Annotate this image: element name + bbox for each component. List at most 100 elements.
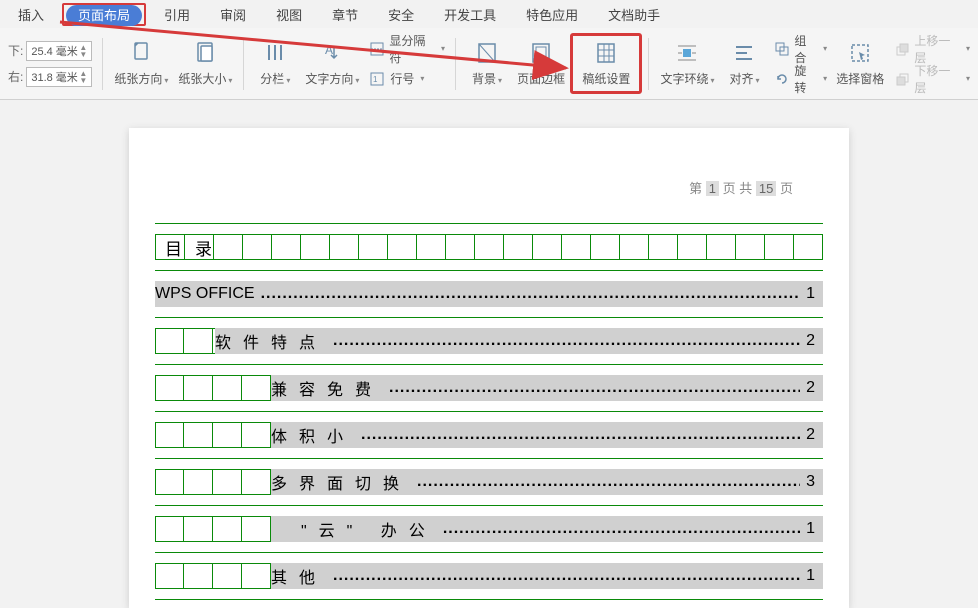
breaks-label: 显分隔符 xyxy=(389,32,435,66)
separator xyxy=(102,38,103,90)
pageborder-icon xyxy=(528,40,554,66)
tab-chapter[interactable]: 章节 xyxy=(320,2,370,27)
breaks-button[interactable]: 显分隔符▾ xyxy=(364,38,449,60)
separator xyxy=(243,38,244,90)
align-button[interactable]: 对齐▾ xyxy=(719,36,769,91)
manuscript-label: 稿纸设置 xyxy=(582,70,630,87)
margin-bottom-label: 右: xyxy=(8,68,23,85)
toc-title: 软件特点 xyxy=(215,329,327,353)
textwrap-label: 文字环绕 xyxy=(660,72,708,86)
group-rotate-col: 组合▾ 旋转▾ xyxy=(769,34,831,94)
margin-top-label: 下: xyxy=(8,42,23,59)
toc-page-num: 1 xyxy=(806,520,815,538)
columns-label: 分栏 xyxy=(260,72,284,86)
ribbon: 下: 25.4 毫米 ▲▼ 右: 31.8 毫米 ▲▼ 纸张方向▾ 纸张大小▾ xyxy=(0,28,978,100)
margin-top-input[interactable]: 25.4 毫米 ▲▼ xyxy=(26,41,92,61)
toc-page-num: 2 xyxy=(806,379,815,397)
pageborder-button[interactable]: 页面边框 xyxy=(512,36,570,91)
chevron-down-icon: ▾ xyxy=(823,74,827,83)
line-number-group: 显分隔符▾ 1 行号▾ xyxy=(364,34,449,94)
toc-entry: WPS OFFICE .............................… xyxy=(155,281,823,307)
textwrap-button[interactable]: 文字环绕▾ xyxy=(655,36,719,91)
toc-title: "云" 办公 xyxy=(271,517,437,541)
toc-dots: ........................................… xyxy=(333,332,800,350)
toc-title: 其他 xyxy=(271,564,327,588)
rotate-button[interactable]: 旋转▾ xyxy=(769,68,831,90)
page-header-text: 页 共 xyxy=(723,181,753,196)
columns-button[interactable]: 分栏▾ xyxy=(250,36,300,91)
svg-text:1: 1 xyxy=(373,75,378,84)
total-pages-num: 15 xyxy=(756,181,776,196)
moveup-icon xyxy=(893,40,910,58)
orientation-label: 纸张方向 xyxy=(114,72,162,86)
spinner-icon[interactable]: ▲▼ xyxy=(79,44,87,58)
tab-view[interactable]: 视图 xyxy=(264,2,314,27)
toc-entry: 兼容免费 ...................................… xyxy=(271,375,823,401)
document-page: 第 1 页 共 15 页 目录 xyxy=(129,128,849,608)
toc-entry: 软件特点 ...................................… xyxy=(215,328,823,354)
toc-dots: ........................................… xyxy=(389,379,800,397)
moveup-button[interactable]: 上移一层▾ xyxy=(889,38,974,60)
chevron-down-icon: ▾ xyxy=(355,76,359,85)
background-icon xyxy=(474,40,500,66)
toc-row: 其他 .....................................… xyxy=(155,552,823,600)
layer-col: 上移一层▾ 下移一层▾ xyxy=(889,34,974,94)
toc-page-num: 3 xyxy=(806,473,815,491)
tab-security[interactable]: 安全 xyxy=(376,2,426,27)
background-label: 背景 xyxy=(472,72,496,86)
toc-dots: ........................................… xyxy=(361,426,800,444)
chevron-down-icon: ▾ xyxy=(286,76,290,85)
toc-page-num: 1 xyxy=(806,285,815,303)
chevron-down-icon: ▾ xyxy=(755,76,759,85)
orientation-icon xyxy=(128,40,154,66)
chevron-down-icon: ▾ xyxy=(966,74,970,83)
selectpane-button[interactable]: 选择窗格 xyxy=(831,36,889,91)
manuscript-button[interactable]: 稿纸设置 xyxy=(570,33,642,94)
papersize-button[interactable]: 纸张大小▾ xyxy=(173,36,237,91)
margin-bottom-value: 31.8 毫米 xyxy=(31,69,77,85)
toc-row: 多界面切换 ..................................… xyxy=(155,458,823,506)
tab-reference[interactable]: 引用 xyxy=(152,2,202,27)
selectpane-label: 选择窗格 xyxy=(836,70,884,87)
linenum-icon: 1 xyxy=(368,70,386,88)
tab-doc-helper[interactable]: 文档助手 xyxy=(596,2,672,27)
moveup-label: 上移一层 xyxy=(914,32,960,66)
tab-review[interactable]: 审阅 xyxy=(208,2,258,27)
orientation-button[interactable]: 纸张方向▾ xyxy=(109,36,173,91)
toc-heading: 目录 xyxy=(155,234,823,260)
chevron-down-icon: ▾ xyxy=(164,76,168,85)
toc-page-num: 2 xyxy=(806,332,815,350)
toc-dots: ........................................… xyxy=(261,285,801,303)
linenum-button[interactable]: 1 行号▾ xyxy=(364,68,449,90)
toc-title: 体积小 xyxy=(271,423,355,447)
movedown-button[interactable]: 下移一层▾ xyxy=(889,68,974,90)
textdir-button[interactable]: A 文字方向▾ xyxy=(300,36,364,91)
tab-page-layout[interactable]: 页面布局 xyxy=(66,5,142,26)
toc-title: WPS OFFICE xyxy=(155,285,255,303)
align-icon xyxy=(731,40,757,66)
tab-devtools[interactable]: 开发工具 xyxy=(432,2,508,27)
chevron-down-icon: ▾ xyxy=(498,76,502,85)
tab-insert[interactable]: 插入 xyxy=(6,2,56,27)
spinner-icon[interactable]: ▲▼ xyxy=(79,70,87,84)
group-label: 组合 xyxy=(794,32,817,66)
toc-page-num: 1 xyxy=(806,567,815,585)
group-button[interactable]: 组合▾ xyxy=(769,38,831,60)
background-button[interactable]: 背景▾ xyxy=(462,36,512,91)
page-header-text: 页 xyxy=(780,181,793,196)
tab-special-app[interactable]: 特色应用 xyxy=(514,2,590,27)
chevron-down-icon: ▾ xyxy=(228,76,232,85)
separator xyxy=(648,38,649,90)
margin-bottom-input[interactable]: 31.8 毫米 ▲▼ xyxy=(26,67,92,87)
toc-row: 兼容免费 ...................................… xyxy=(155,364,823,412)
toc-entry: 体积小 ....................................… xyxy=(271,422,823,448)
highlight-box-tab: 页面布局 xyxy=(62,3,146,26)
toc-row: 软件特点 ...................................… xyxy=(155,317,823,365)
toc-page-num: 2 xyxy=(806,426,815,444)
toc-dots: ........................................… xyxy=(417,473,800,491)
align-label: 对齐 xyxy=(729,72,753,86)
papersize-icon xyxy=(192,40,218,66)
chevron-down-icon: ▾ xyxy=(420,74,424,83)
page-header: 第 1 页 共 15 页 xyxy=(129,178,849,197)
toc-dots: ........................................… xyxy=(333,567,800,585)
